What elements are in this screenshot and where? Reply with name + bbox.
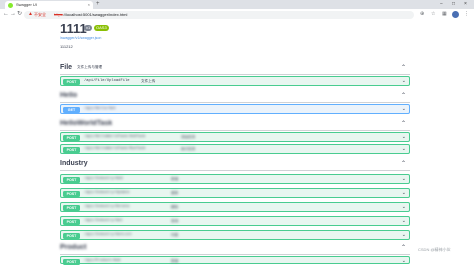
method-badge: POST xyxy=(63,204,80,211)
chevron-down-icon[interactable]: ⌄ xyxy=(402,218,406,225)
operation-summary: 添加任务 xyxy=(181,135,196,139)
method-badge: POST xyxy=(63,146,80,153)
tag-description: 文件上传与管理 xyxy=(77,65,103,69)
operation-path: /api/Industry/Get xyxy=(84,219,123,223)
window-close-icon[interactable]: × xyxy=(464,1,467,7)
swagger-favicon-icon xyxy=(8,2,13,8)
chevron-up-icon[interactable]: ⌃ xyxy=(401,161,406,168)
operation-row[interactable]: GET /api/Hello/Get ⌄ xyxy=(60,104,410,114)
operation-summary: 更新 xyxy=(171,191,179,195)
operation-path: /api/Industry/Delete xyxy=(84,205,130,209)
operation-summary: 文件上传 xyxy=(141,79,156,83)
chevron-up-icon[interactable]: ⌃ xyxy=(401,121,406,128)
operation-row[interactable]: POST /api/Industry/Add 新增 ⌄ xyxy=(60,174,410,184)
chevron-down-icon[interactable]: ⌄ xyxy=(402,134,406,141)
maximize-icon[interactable]: □ xyxy=(452,1,455,7)
api-title: 1111 xyxy=(60,21,87,36)
tag-header-product[interactable]: Product ⌃ xyxy=(60,240,410,255)
tag-name: Product xyxy=(60,244,87,251)
swagger-page: 1111 v1 OAS3 /swagger/v1/swagger.json 11… xyxy=(0,20,474,265)
operation-path: /api/Industry/Update xyxy=(84,191,130,195)
back-icon[interactable]: ← xyxy=(3,11,9,18)
operation-summary: 查询 xyxy=(171,219,179,223)
chevron-down-icon[interactable]: ⌄ xyxy=(402,232,406,239)
method-badge: POST xyxy=(63,232,80,239)
method-badge: GET xyxy=(63,106,80,113)
url-scheme: https xyxy=(54,12,63,17)
operation-summary: 列表 xyxy=(171,233,179,237)
method-badge: POST xyxy=(63,78,80,85)
operation-row[interactable]: POST /api/File/UploadFile 文件上传 ⌄ xyxy=(60,76,410,86)
tag-header-file[interactable]: File 文件上传与管理 ⌃ xyxy=(60,60,410,75)
method-badge: POST xyxy=(63,134,80,141)
address-bar[interactable]: ▲ 不安全 https://localhost:5001/swagger/ind… xyxy=(24,10,414,19)
operation-path: /api/Product/Add xyxy=(84,259,121,263)
chevron-down-icon[interactable]: ⌄ xyxy=(402,204,406,211)
star-icon[interactable]: ☆ xyxy=(431,11,435,18)
url-text: https://localhost:5001/swagger/index.htm… xyxy=(54,11,127,18)
operation-summary: 新增 xyxy=(171,177,179,181)
browser-tab-bar: Swagger UI × + − □ × xyxy=(0,0,474,9)
tag-name: Hello xyxy=(60,92,78,99)
operation-row[interactable]: POST /api/Industry/Update 更新 ⌄ xyxy=(60,188,410,198)
reload-icon[interactable]: ↻ xyxy=(17,11,22,18)
operation-row[interactable]: POST /api/HelloWorldTask/RunTask 执行任务 ⌄ xyxy=(60,144,410,154)
oas-badge: OAS3 xyxy=(94,24,109,31)
operation-summary: 执行任务 xyxy=(181,147,196,151)
extensions-icon[interactable]: ▦ xyxy=(442,11,447,18)
method-badge: POST xyxy=(63,258,80,265)
chevron-up-icon[interactable]: ⌃ xyxy=(401,93,406,100)
chevron-down-icon[interactable]: ⌄ xyxy=(402,78,406,85)
tab-title: Swagger UI xyxy=(16,2,37,7)
chevron-down-icon[interactable]: ⌄ xyxy=(402,190,406,197)
chevron-up-icon[interactable]: ⌃ xyxy=(401,245,406,252)
spec-link[interactable]: /swagger/v1/swagger.json xyxy=(60,36,101,40)
tag-name: Industry xyxy=(60,160,88,167)
operation-path: /api/Industry/Add xyxy=(84,177,123,181)
tag-name: HelloWorldTask xyxy=(60,120,113,127)
tag-header-industry[interactable]: Industry ⌃ xyxy=(60,156,410,171)
watermark: CSDN @精神小伙 xyxy=(418,247,451,252)
method-badge: POST xyxy=(63,218,80,225)
zoom-icon[interactable]: ⊕ xyxy=(420,11,424,18)
operation-path: /api/File/UploadFile xyxy=(84,79,130,83)
operation-row[interactable]: POST /api/Product/Add 新增 ⌄ xyxy=(60,256,410,265)
api-description: 111212 xyxy=(60,44,73,49)
method-badge: POST xyxy=(63,190,80,197)
url-rest: ://localhost:5001/swagger/index.html xyxy=(62,12,128,17)
tag-header-hello[interactable]: Hello ⌃ xyxy=(60,88,410,103)
tag-header-task[interactable]: HelloWorldTask ⌃ xyxy=(60,116,410,131)
operation-row[interactable]: POST /api/Industry/Get 查询 ⌄ xyxy=(60,216,410,226)
operation-row[interactable]: POST /api/Industry/GetList 列表 ⌄ xyxy=(60,230,410,240)
operation-path: /api/HelloWorldTask/AddTask xyxy=(84,135,146,139)
chevron-down-icon[interactable]: ⌄ xyxy=(402,146,406,153)
operation-path: /api/Hello/Get xyxy=(84,107,116,111)
profile-avatar-icon[interactable] xyxy=(452,11,459,18)
operation-path: /api/HelloWorldTask/RunTask xyxy=(84,147,146,151)
method-badge: POST xyxy=(63,176,80,183)
operation-summary: 删除 xyxy=(171,205,179,209)
chevron-down-icon[interactable]: ⌄ xyxy=(402,258,406,265)
menu-icon[interactable]: ⋮ xyxy=(464,11,469,18)
minimize-icon[interactable]: − xyxy=(440,1,443,7)
tab-close-icon[interactable]: × xyxy=(88,2,90,8)
new-tab-icon[interactable]: + xyxy=(96,1,100,8)
forward-icon[interactable]: → xyxy=(10,11,16,18)
operation-row[interactable]: POST /api/Industry/Delete 删除 ⌄ xyxy=(60,202,410,212)
operation-path: /api/Industry/GetList xyxy=(84,233,132,237)
operation-summary: 新增 xyxy=(171,259,179,263)
version-badge: v1 xyxy=(84,24,93,31)
security-warning: 不安全 xyxy=(34,12,46,17)
chevron-up-icon[interactable]: ⌃ xyxy=(401,65,406,72)
chevron-down-icon[interactable]: ⌄ xyxy=(402,176,406,183)
tag-name: File xyxy=(60,64,73,71)
warning-icon: ▲ xyxy=(28,11,33,17)
browser-tab[interactable]: Swagger UI × xyxy=(5,1,93,9)
operation-row[interactable]: POST /api/HelloWorldTask/AddTask 添加任务 ⌄ xyxy=(60,132,410,142)
chevron-down-icon[interactable]: ⌄ xyxy=(402,106,406,113)
